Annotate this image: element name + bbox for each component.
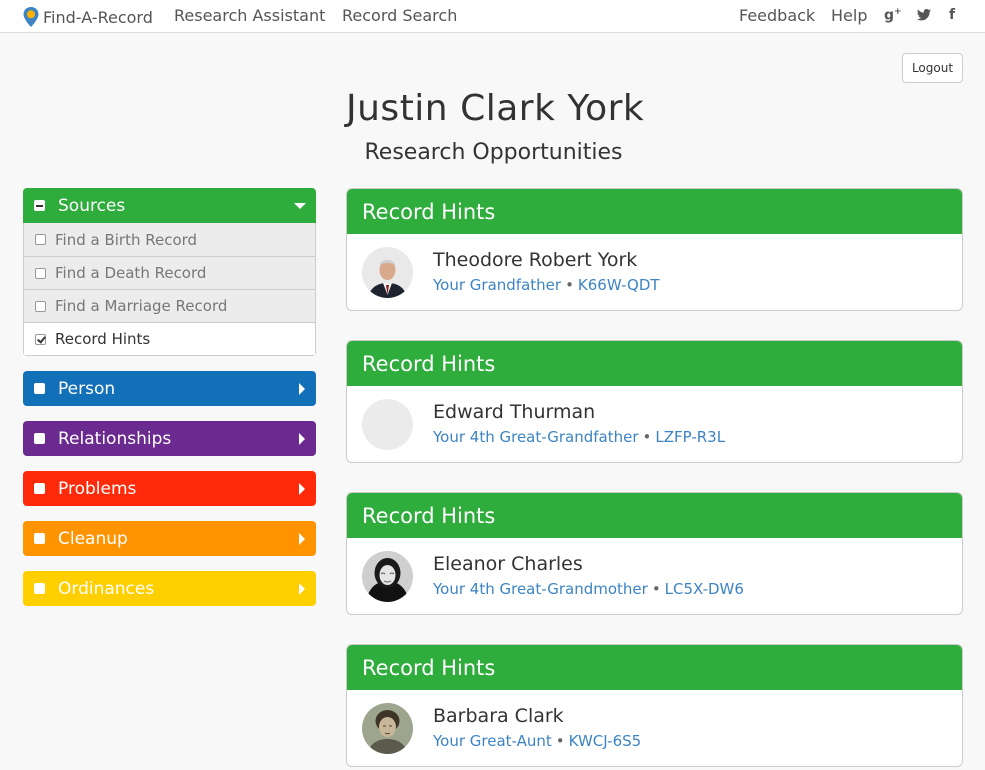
person-id-link[interactable]: LC5X-DW6 [665, 580, 744, 598]
caret-right-icon [299, 533, 305, 545]
card-body[interactable]: Edward Thurman Your 4th Great-Grandfathe… [347, 386, 962, 462]
caret-down-icon [294, 203, 306, 209]
top-navbar: Find-A-Record Research Assistant Record … [0, 0, 985, 33]
card-body[interactable]: Eleanor Charles Your 4th Great-Grandmoth… [347, 538, 962, 614]
nav-help[interactable]: Help [831, 6, 867, 25]
person-id-link[interactable]: KWCJ-6S5 [569, 732, 642, 750]
sources-panel-header[interactable]: Sources [23, 188, 316, 223]
page-subtitle: Research Opportunities [364, 140, 623, 165]
relationship-line: Your 4th Great-Grandmother • LC5X-DW6 [433, 580, 744, 598]
person-name[interactable]: Edward Thurman [433, 401, 595, 423]
record-hint-card: Record Hints Barbara Clark Your Great-Au… [346, 644, 963, 767]
caret-right-icon [299, 483, 305, 495]
caret-right-icon [299, 433, 305, 445]
person-name[interactable]: Eleanor Charles [433, 553, 583, 575]
card-title: Record Hints [347, 189, 962, 234]
panel-label: Ordinances [58, 578, 155, 599]
source-item-record-hints[interactable]: Record Hints [24, 322, 315, 355]
nav-record-search[interactable]: Record Search [342, 6, 457, 25]
relationship-link[interactable]: Your Grandfather [433, 276, 561, 294]
relationship-line: Your Great-Aunt • KWCJ-6S5 [433, 732, 642, 750]
facebook-icon[interactable]: f [949, 7, 955, 23]
avatar-placeholder[interactable] [362, 399, 413, 450]
avatar[interactable] [362, 247, 413, 298]
record-hint-card: Record Hints Theodore Robert York Your G… [346, 188, 963, 311]
person-id-link[interactable]: LZFP-R3L [655, 428, 725, 446]
card-body[interactable]: Theodore Robert York Your Grandfather • K6… [347, 234, 962, 310]
checkbox-icon[interactable] [34, 583, 45, 594]
person-name: Justin Clark York [346, 88, 645, 129]
checkbox[interactable] [35, 234, 46, 245]
sources-panel-body: Find a Birth Record Find a Death Record … [23, 223, 316, 356]
panel-label: Problems [58, 478, 137, 499]
caret-right-icon [299, 583, 305, 595]
checkbox[interactable] [35, 267, 46, 279]
relationship-link[interactable]: Your 4th Great-Grandfather [433, 428, 638, 446]
card-title: Record Hints [347, 493, 962, 538]
panel-person[interactable]: Person [23, 371, 316, 406]
panel-label: Person [58, 378, 116, 399]
checkbox-icon[interactable] [34, 483, 45, 494]
brand-link[interactable]: Find-A-Record [22, 6, 153, 28]
avatar[interactable] [362, 703, 413, 754]
record-hint-card: Record Hints Edward Thurman Your 4th Gre… [346, 340, 963, 463]
person-name[interactable]: Barbara Clark [433, 705, 564, 727]
source-item-label: Record Hints [55, 330, 151, 348]
source-item-label: Find a Birth Record [55, 230, 198, 249]
twitter-icon[interactable] [917, 9, 931, 25]
source-item-label: Find a Death Record [55, 264, 207, 282]
relationship-line: Your 4th Great-Grandfather • LZFP-R3L [433, 428, 726, 446]
relationship-link[interactable]: Your Great-Aunt [433, 732, 552, 750]
person-id-link[interactable]: K66W-QDT [578, 276, 660, 294]
panel-cleanup[interactable]: Cleanup [23, 521, 316, 556]
brand-label: Find-A-Record [43, 7, 153, 27]
collapse-checkbox-icon[interactable] [34, 200, 45, 211]
checkbox-checked[interactable] [35, 333, 46, 345]
checkbox-icon[interactable] [34, 383, 45, 394]
record-hint-card: Record Hints Eleanor Charles Your 4th Gr… [346, 492, 963, 615]
avatar[interactable] [362, 551, 413, 602]
google-plus-icon[interactable]: g+ [884, 7, 902, 24]
panel-label: Relationships [58, 428, 172, 449]
relationship-link[interactable]: Your 4th Great-Grandmother [433, 580, 648, 598]
panel-relationships[interactable]: Relationships [23, 421, 316, 456]
map-pin-icon [22, 6, 40, 28]
nav-feedback[interactable]: Feedback [739, 6, 815, 25]
panel-problems[interactable]: Problems [23, 471, 316, 506]
source-item-label: Find a Marriage Record [55, 297, 228, 315]
source-item-death[interactable]: Find a Death Record [24, 256, 315, 289]
panel-ordinances[interactable]: Ordinances [23, 571, 316, 606]
card-title: Record Hints [347, 341, 962, 386]
logout-button[interactable]: Logout [902, 53, 963, 83]
checkbox-icon[interactable] [34, 433, 45, 444]
nav-research-assistant[interactable]: Research Assistant [174, 6, 325, 25]
source-item-marriage[interactable]: Find a Marriage Record [24, 289, 315, 322]
card-title: Record Hints [347, 645, 962, 690]
person-name[interactable]: Theodore Robert York [433, 249, 637, 271]
panel-label: Cleanup [58, 528, 128, 549]
relationship-line: Your Grandfather • K66W-QDT [433, 276, 660, 294]
sources-label: Sources [58, 195, 126, 216]
card-body[interactable]: Barbara Clark Your Great-Aunt • KWCJ-6S5 [347, 690, 962, 766]
checkbox-icon[interactable] [34, 533, 45, 544]
checkbox[interactable] [35, 300, 46, 312]
source-item-birth[interactable]: Find a Birth Record [24, 223, 315, 256]
caret-right-icon [299, 383, 305, 395]
